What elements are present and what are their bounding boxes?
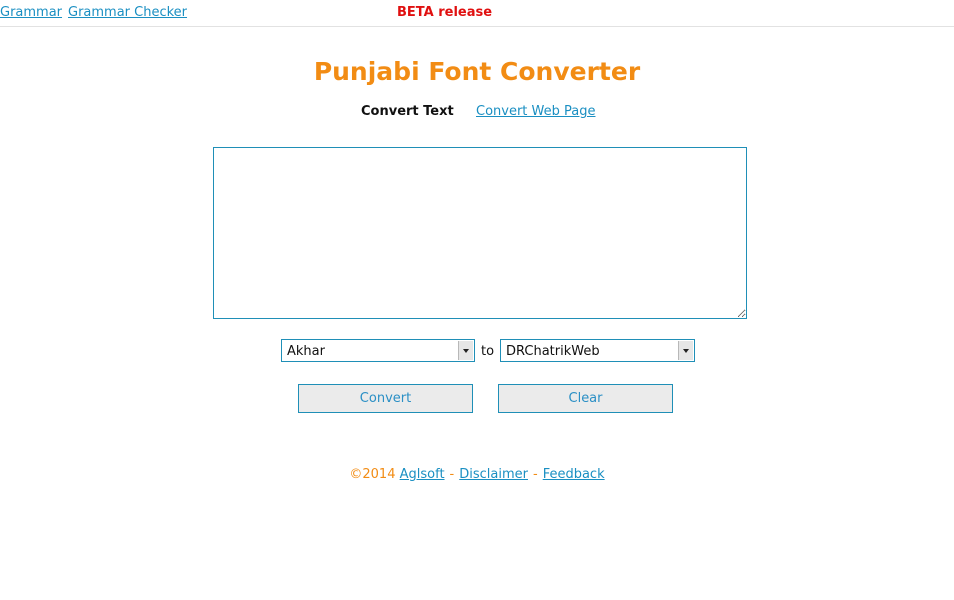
to-label: to xyxy=(481,344,495,359)
feedback-link[interactable]: Feedback xyxy=(543,467,605,482)
target-font-value: DRChatrikWeb xyxy=(506,344,600,359)
convert-button[interactable]: Convert xyxy=(298,384,473,413)
page-title: Punjabi Font Converter xyxy=(313,57,641,86)
source-font-select[interactable]: Akhar xyxy=(281,339,475,362)
footer-separator: - xyxy=(533,467,538,482)
source-font-value: Akhar xyxy=(287,344,325,359)
target-font-select[interactable]: DRChatrikWeb xyxy=(500,339,695,362)
convert-text-tab: Convert Text xyxy=(361,104,454,119)
chevron-down-icon[interactable] xyxy=(458,341,473,360)
chevron-down-icon[interactable] xyxy=(678,341,693,360)
footer: ©2014 Aglsoft - Disclaimer - Feedback xyxy=(0,467,954,482)
beta-release-label: BETA release xyxy=(397,5,493,20)
input-text-area[interactable] xyxy=(213,147,747,319)
top-navigation-bar: Grammar Grammar Checker BETA release xyxy=(0,0,954,27)
disclaimer-link[interactable]: Disclaimer xyxy=(459,467,528,482)
grammar-link[interactable]: Grammar xyxy=(0,5,62,20)
clear-button[interactable]: Clear xyxy=(498,384,673,413)
grammar-checker-link[interactable]: Grammar Checker xyxy=(68,5,187,20)
aglsoft-link[interactable]: Aglsoft xyxy=(400,467,445,482)
footer-separator: - xyxy=(449,467,455,482)
convert-web-page-link[interactable]: Convert Web Page xyxy=(476,104,595,119)
copyright-text: ©2014 xyxy=(349,467,396,482)
